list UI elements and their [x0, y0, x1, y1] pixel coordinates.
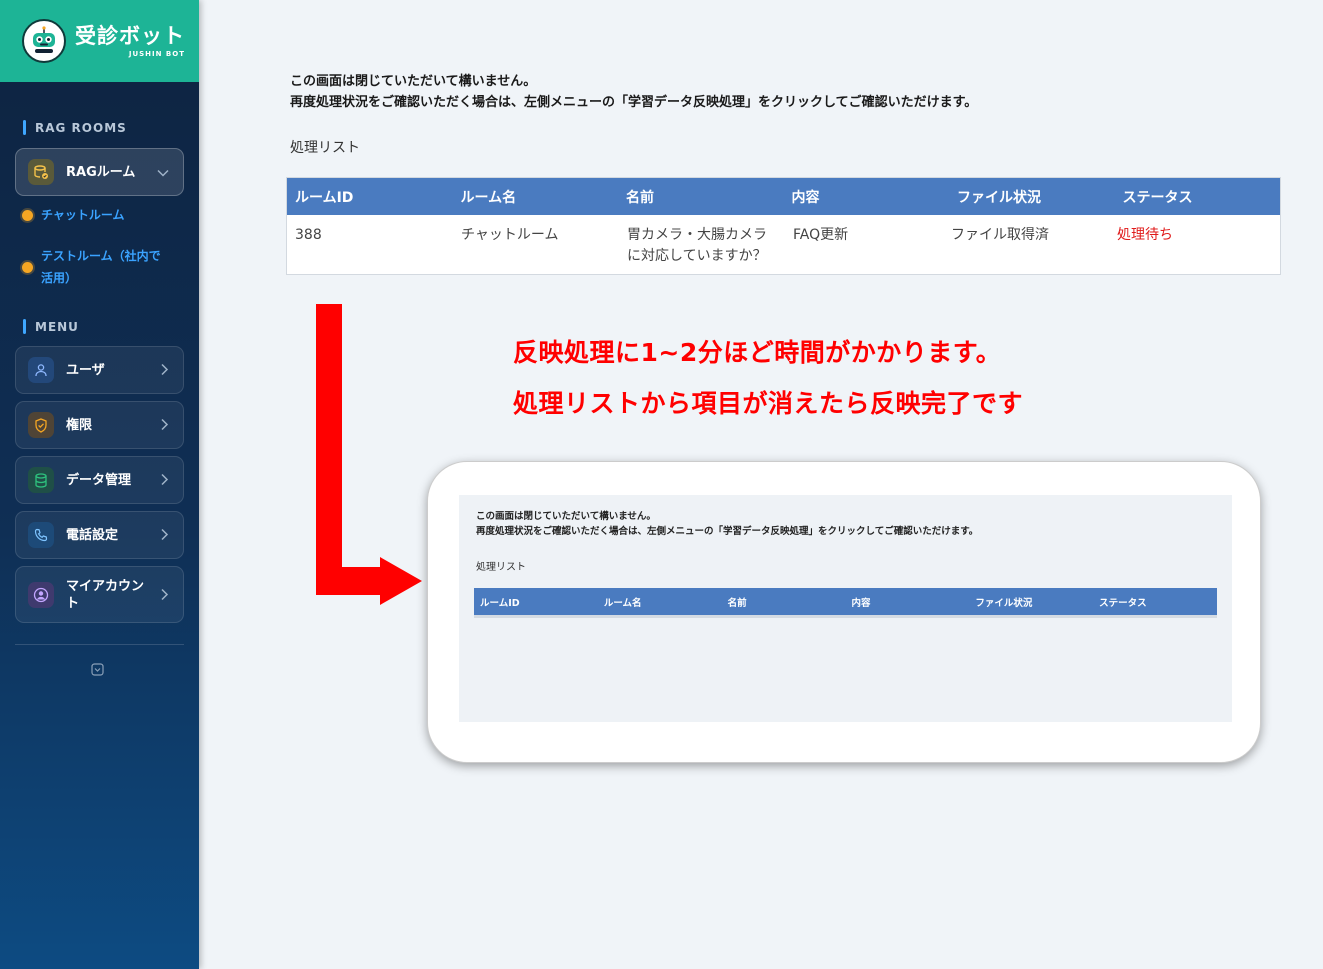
- preview-list-title: 処理リスト: [476, 562, 526, 573]
- account-circle-icon: [28, 581, 54, 608]
- sidebar-item-users-label: ユーザ: [66, 362, 105, 378]
- preview-notice: この画面は閉じていただいて構いません。 再度処理状況をご確認いただく場合は、左側…: [476, 509, 978, 539]
- preview-col-room-id: ルームID: [480, 597, 520, 609]
- cell-status: 処理待ち: [1117, 227, 1173, 243]
- annotation-arrow-shaft: [316, 304, 342, 595]
- sidebar-item-my-account-label: マイアカウント: [66, 578, 145, 611]
- section-rag-rooms: RAG ROOMS: [23, 120, 127, 135]
- table-row[interactable]: 388 チャットルーム 胃カメラ・大腸カメラに対応していますか？ FAQ更新 フ…: [287, 215, 1280, 267]
- shield-check-icon: [28, 412, 54, 438]
- col-room-name: ルーム名: [460, 189, 517, 206]
- cell-name: 胃カメラ・大腸カメラに対応していますか？: [627, 227, 767, 264]
- brand-subtitle: JUSHIN BOT: [128, 50, 185, 58]
- preview-col-room-name: ルーム名: [603, 597, 642, 609]
- section-menu-label: MENU: [35, 319, 79, 334]
- chevron-right-icon: [161, 361, 169, 380]
- sidebar-item-phone-settings[interactable]: 電話設定: [15, 511, 184, 559]
- chevron-right-icon: [161, 526, 169, 545]
- col-name: 名前: [626, 189, 654, 206]
- user-icon: [28, 357, 54, 383]
- sidebar-item-phone-settings-label: 電話設定: [66, 527, 119, 543]
- database-check-icon: [28, 159, 54, 185]
- cell-room-id: 388: [295, 227, 322, 243]
- sidebar: 受診ボット JUSHIN BOT RAG ROOMS RAGルーム チャットルー…: [0, 0, 199, 969]
- database-icon: [28, 467, 54, 493]
- sidebar-room-chat[interactable]: チャットルーム: [22, 204, 125, 226]
- col-room-id: ルームID: [295, 189, 354, 206]
- sidebar-item-users[interactable]: ユーザ: [15, 346, 184, 394]
- sidebar-item-permissions-label: 権限: [66, 417, 93, 433]
- preview-col-file-status: ファイル状況: [975, 597, 1033, 609]
- close-notice: この画面は閉じていただいて構いません。 再度処理状況をご確認いただく場合は、左側…: [290, 71, 977, 113]
- preview-notice-line-1: この画面は閉じていただいて構いません。: [476, 511, 656, 522]
- preview-content: この画面は閉じていただいて構いません。 再度処理状況をご確認いただく場合は、左側…: [459, 495, 1232, 722]
- sidebar-item-data-management-label: データ管理: [66, 472, 132, 488]
- sidebar-room-test[interactable]: テストルーム（社内で活用）: [22, 245, 172, 289]
- collapse-toggle-icon[interactable]: [91, 661, 104, 680]
- sidebar-divider: [15, 644, 184, 645]
- sidebar-room-test-label: テストルーム（社内で活用）: [41, 249, 161, 285]
- sidebar-item-permissions[interactable]: 権限: [15, 401, 184, 449]
- cell-content: FAQ更新: [793, 227, 849, 243]
- sidebar-item-my-account[interactable]: マイアカウント: [15, 566, 184, 623]
- annotation-line-1: 反映処理に1~2分ほど時間がかかります。: [513, 338, 1002, 367]
- col-content: 内容: [791, 189, 820, 206]
- preview-notice-line-2: 再度処理状況をご確認いただく場合は、左側メニューの「学習データ反映処理」をクリッ…: [476, 526, 979, 537]
- result-preview-screenshot: この画面は閉じていただいて構いません。 再度処理状況をご確認いただく場合は、左側…: [427, 461, 1261, 763]
- chevron-right-icon: [161, 471, 169, 490]
- phone-icon: [28, 522, 54, 548]
- brand-title: 受診ボット: [75, 24, 185, 48]
- preview-table-bottom: [474, 615, 1217, 618]
- section-rag-rooms-label: RAG ROOMS: [35, 120, 127, 135]
- sidebar-item-rag-room-label: RAGルーム: [66, 164, 136, 180]
- notice-line-1: この画面は閉じていただいて構いません。: [290, 74, 537, 89]
- preview-table-header: ルームID ルーム名 名前 内容 ファイル状況 ステータス: [474, 588, 1217, 615]
- notice-line-2: 再度処理状況をご確認いただく場合は、左側メニューの「学習データ反映処理」をクリッ…: [290, 95, 978, 110]
- cell-room-name: チャットルーム: [461, 227, 559, 243]
- chevron-right-icon: [161, 585, 169, 604]
- processing-table: ルームID ルーム名 名前 内容 ファイル状況 ステータス 388 チャットルー…: [286, 177, 1281, 275]
- section-menu: MENU: [23, 319, 79, 334]
- chevron-down-icon: [157, 163, 169, 182]
- preview-col-content: 内容: [851, 597, 871, 609]
- table-header: ルームID ルーム名 名前 内容 ファイル状況 ステータス: [287, 178, 1280, 215]
- chevron-right-icon: [161, 416, 169, 435]
- preview-col-status: ステータス: [1099, 597, 1147, 609]
- status-dot-icon: [22, 262, 33, 273]
- cell-file-status: ファイル取得済: [951, 227, 1049, 243]
- brand-header[interactable]: 受診ボット JUSHIN BOT: [0, 0, 199, 82]
- col-status: ステータス: [1122, 189, 1193, 206]
- col-file-status: ファイル状況: [957, 189, 1041, 206]
- sidebar-item-rag-room[interactable]: RAGルーム: [15, 148, 184, 196]
- annotation-line-2: 処理リストから項目が消えたら反映完了です: [513, 389, 1024, 418]
- processing-list-title: 処理リスト: [290, 140, 360, 156]
- annotation-arrow-head-icon: [380, 557, 422, 605]
- sidebar-room-chat-label: チャットルーム: [41, 208, 125, 222]
- status-dot-icon: [22, 210, 33, 221]
- annotation-arrow-bend: [316, 567, 384, 595]
- sidebar-item-data-management[interactable]: データ管理: [15, 456, 184, 504]
- preview-col-name: 名前: [727, 597, 747, 609]
- robot-logo-icon: [22, 19, 66, 63]
